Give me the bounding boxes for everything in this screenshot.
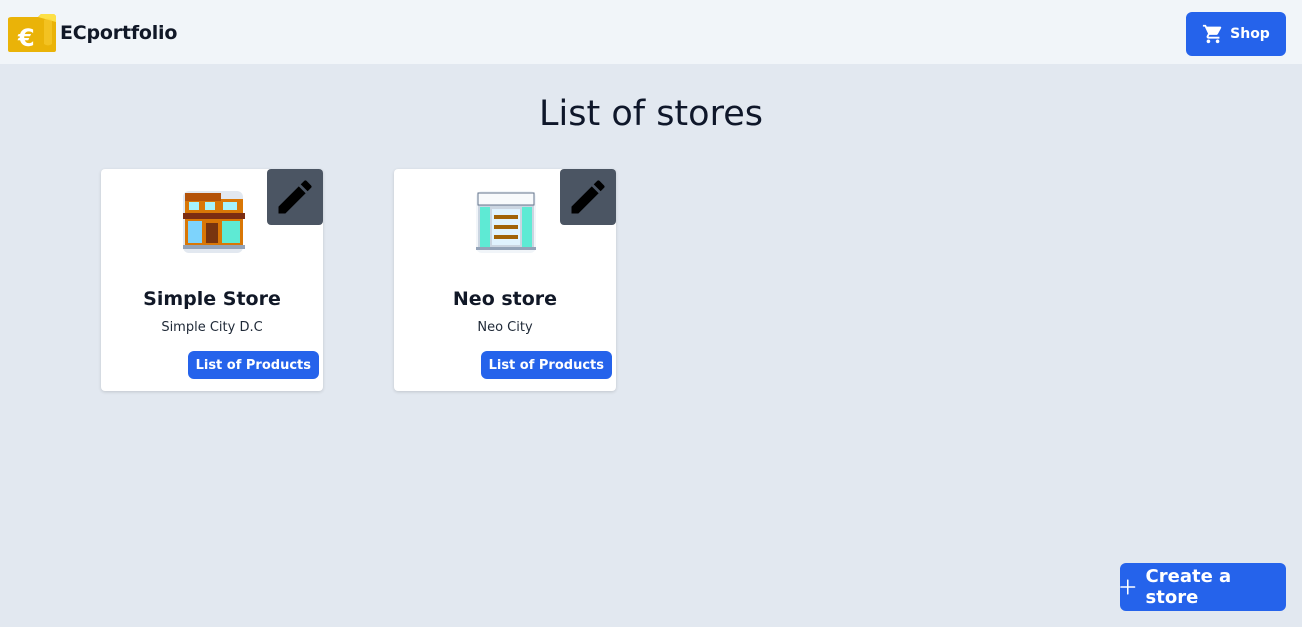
pencil-icon <box>571 180 605 214</box>
list-of-products-button[interactable]: List of Products <box>187 351 319 379</box>
brand-link[interactable]: € ECportfolio <box>8 14 177 52</box>
list-of-products-button[interactable]: List of Products <box>480 351 612 379</box>
store-card: Simple Store Simple City D.C List of Pro… <box>101 169 323 391</box>
store-card: Neo store Neo City List of Products <box>394 169 616 391</box>
pencil-icon <box>278 180 312 214</box>
create-store-button[interactable]: Create a store <box>1120 563 1286 611</box>
svg-text:€: € <box>17 24 35 52</box>
edit-store-button[interactable] <box>267 169 323 225</box>
brand-name: ECportfolio <box>60 22 178 44</box>
store-image <box>472 189 538 255</box>
edit-store-button[interactable] <box>560 169 616 225</box>
store-name: Neo store <box>452 288 558 310</box>
page-title: List of stores <box>539 94 763 134</box>
store-image <box>179 189 245 255</box>
shop-label: Shop <box>1230 26 1270 42</box>
shop-button[interactable]: Shop <box>1186 12 1286 56</box>
plus-icon <box>1120 579 1136 595</box>
top-bar: € ECportfolio Shop <box>0 0 1302 64</box>
store-city: Neo City <box>477 320 533 335</box>
store-name: Simple Store <box>143 288 281 310</box>
cart-icon <box>1203 24 1222 44</box>
store-city: Simple City D.C <box>161 320 263 335</box>
create-store-label: Create a store <box>1145 566 1232 608</box>
euro-wallet-icon: € <box>8 14 56 52</box>
